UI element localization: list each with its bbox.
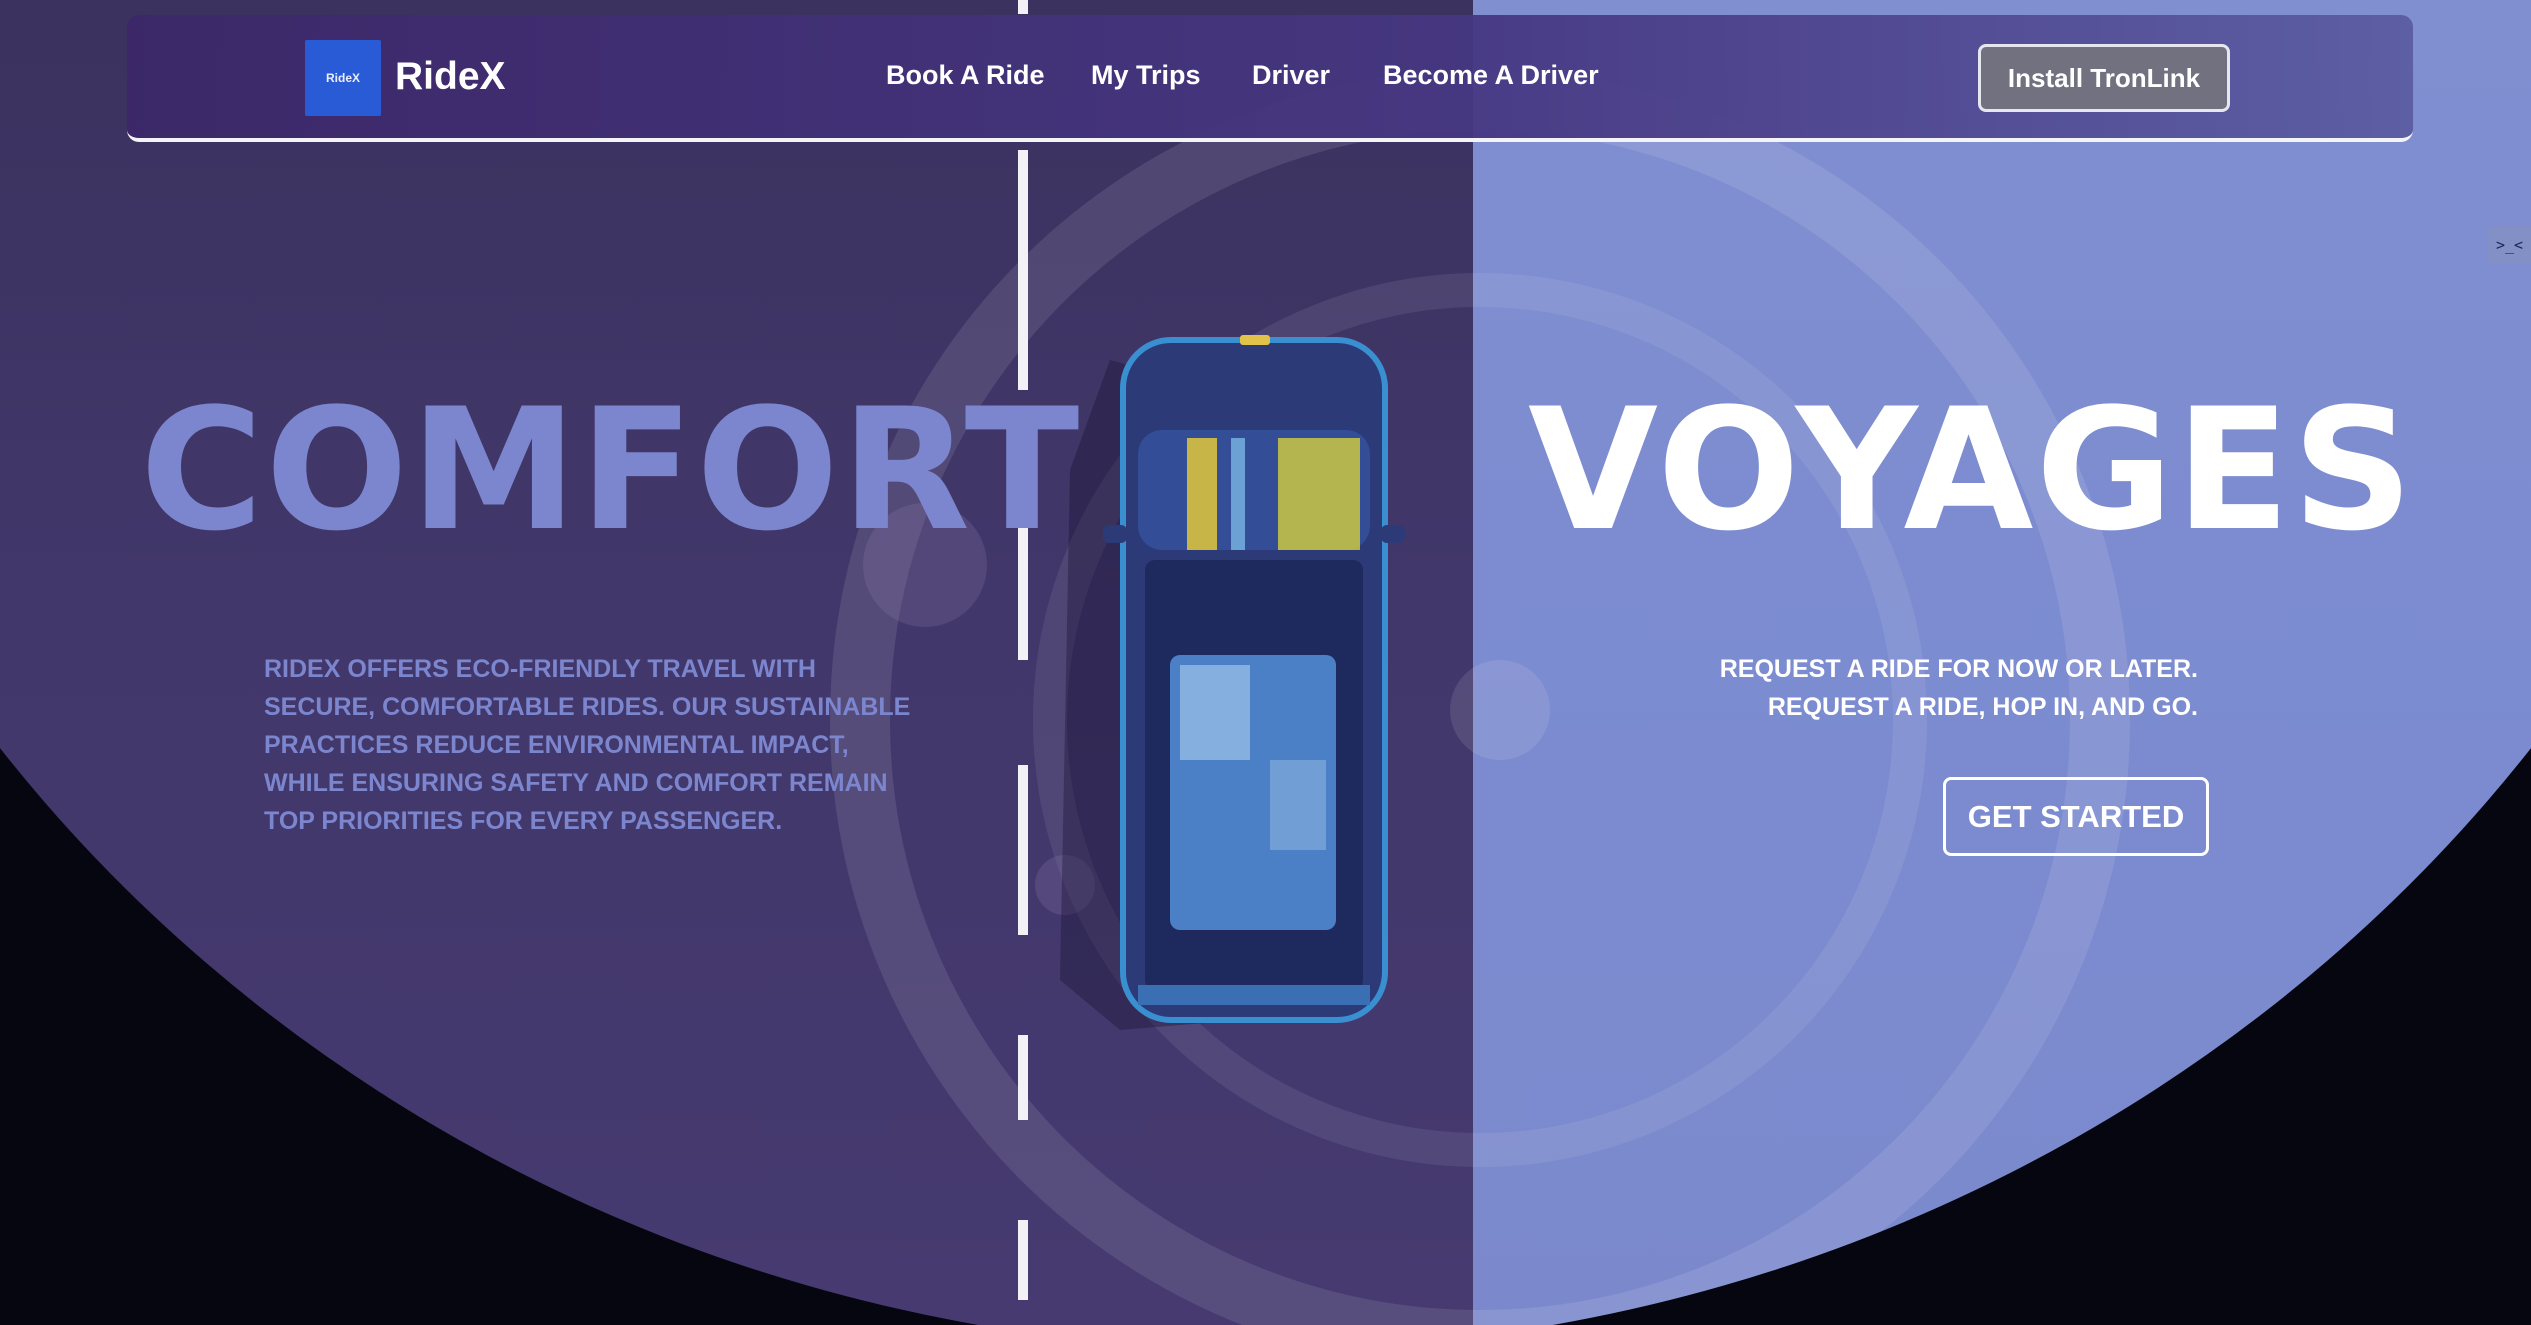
page: COMFORT VOYAGES RideX offers eco-friendl… <box>0 0 2531 1325</box>
nav-book-a-ride[interactable]: Book A Ride <box>886 55 1045 95</box>
car-illustration <box>1103 335 1405 1023</box>
logo[interactable]: RideX <box>305 40 381 116</box>
tagline-line-2: REQUEST A RIDE, HOP IN, AND GO. <box>1767 693 2198 721</box>
navbar: RideX RideX Book A Ride My Trips Driver … <box>127 15 2413 142</box>
logo-text: RideX <box>325 71 360 85</box>
install-tronlink-button[interactable]: Install TronLink <box>1978 44 2230 112</box>
lane-markings <box>1018 0 1028 1300</box>
decor-blob-right <box>1450 660 1550 760</box>
headline-comfort: COMFORT <box>140 372 1082 568</box>
brand-name[interactable]: RideX <box>395 45 506 109</box>
expand-collapse-icon[interactable]: >_< <box>2488 226 2531 264</box>
headline-voyages: VOYAGES <box>1528 372 2416 568</box>
nav-driver[interactable]: Driver <box>1252 55 1330 95</box>
nav-become-a-driver[interactable]: Become A Driver <box>1383 55 1599 95</box>
get-started-button[interactable]: GET STARTED <box>1943 777 2209 856</box>
hero-tagline: REQUEST A RIDE FOR NOW OR LATER. REQUEST… <box>1610 650 2198 726</box>
tagline-line-1: REQUEST A RIDE FOR NOW OR LATER. <box>1719 655 2198 683</box>
hero-section: COMFORT VOYAGES RideX offers eco-friendl… <box>0 0 2531 1325</box>
hero-description: RideX offers eco-friendly travel with se… <box>264 655 911 835</box>
nav-my-trips[interactable]: My Trips <box>1091 55 1201 95</box>
